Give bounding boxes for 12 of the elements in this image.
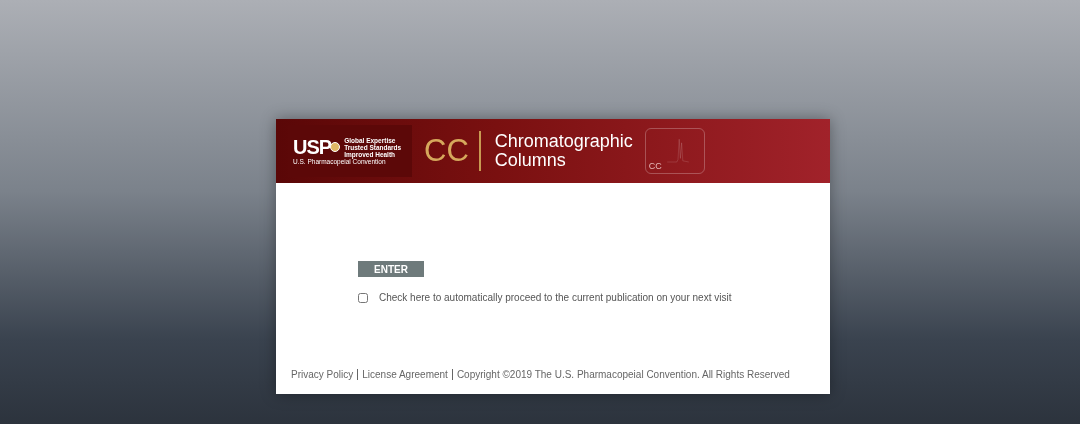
product-code: CC [424, 131, 481, 171]
enter-button[interactable]: ENTER [358, 261, 424, 277]
checkbox[interactable] [358, 292, 368, 303]
logo-wordmark: USP [293, 137, 332, 157]
product-name: Columns [494, 151, 566, 170]
footer-link[interactable]: License Agreement [362, 369, 453, 380]
badge-label: CC [648, 161, 662, 171]
copyright-text: Copyright ©2019 The U.S. Pharmacopeial Convention. All Rights Reserved [456, 369, 790, 380]
circle-icon [330, 142, 341, 152]
product-name: Chromatographic [494, 132, 633, 151]
footer-link[interactable]: Privacy Policy [291, 369, 359, 380]
checkbox-label: Check here to automatically proceed to the current publication on your next visit [379, 292, 732, 303]
